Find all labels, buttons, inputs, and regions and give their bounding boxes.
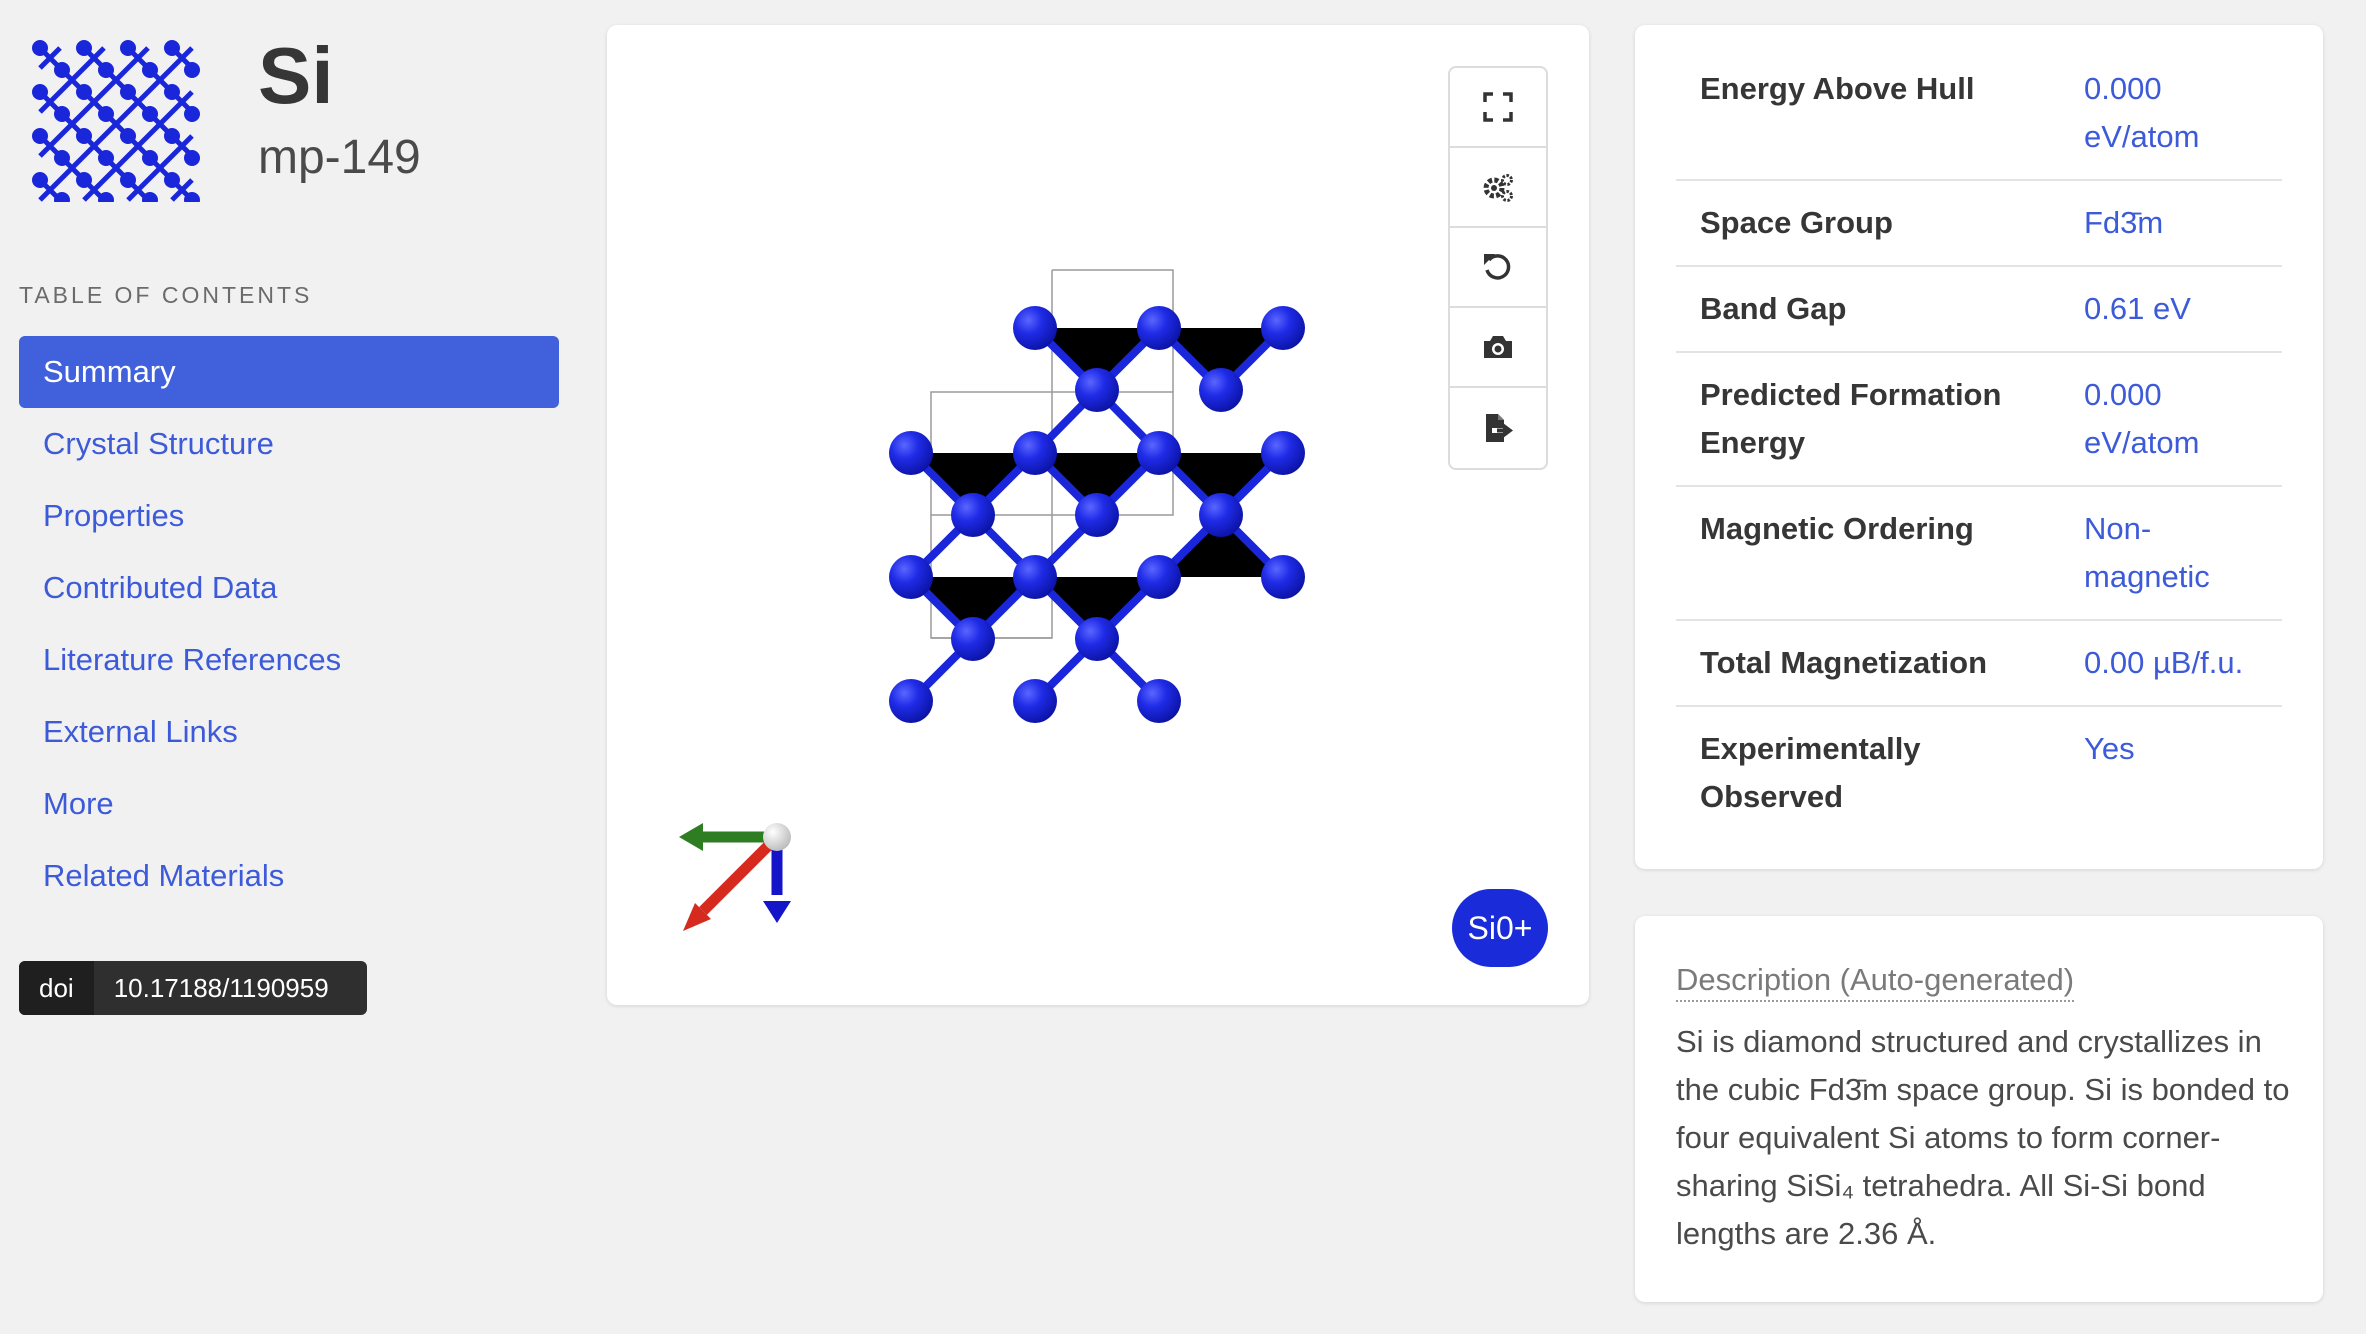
table-row: Space Group Fd3̄m [1676,180,2282,266]
table-row: Magnetic Ordering Non-magnetic [1676,486,2282,620]
toc-heading: TABLE OF CONTENTS [19,282,313,308]
crystal-lattice-icon [32,40,200,202]
toc-item-crystal-structure[interactable]: Crystal Structure [19,408,559,480]
property-key: Band Gap [1700,291,1847,326]
table-row: Energy Above Hull 0.000 eV/atom [1676,47,2282,180]
property-value[interactable]: Yes [2060,706,2282,839]
axes-indicator [679,823,791,931]
material-id: mp-149 [258,131,421,184]
file-export-icon [1486,414,1513,442]
camera-icon [1484,336,1512,358]
fullscreen-button[interactable] [1450,68,1546,148]
description-text: Si is diamond structured and crystallize… [1676,1024,2290,1251]
settings-button[interactable] [1450,148,1546,228]
doi-badge[interactable]: doi 10.17188/1190959 [19,961,367,1015]
table-row: Band Gap 0.61 eV [1676,266,2282,352]
properties-table: Energy Above Hull 0.000 eV/atom Space Gr… [1676,47,2282,839]
table-row: Predicted Formation Energy 0.000 eV/atom [1676,352,2282,486]
toc-item-literature-references[interactable]: Literature References [19,624,559,696]
property-value[interactable]: Fd3̄m [2060,180,2282,266]
description-title[interactable]: Description (Auto-generated) [1676,960,2075,1002]
reset-view-button[interactable] [1450,228,1546,308]
property-key: Magnetic Ordering [1700,511,1974,546]
doi-label: doi [19,961,94,1015]
toc-item-properties[interactable]: Properties [19,480,559,552]
expand-icon [1483,92,1513,122]
property-key: Energy Above Hull [1700,71,1975,106]
property-value[interactable]: 0.00 µB/f.u. [2060,620,2282,706]
table-of-contents: Summary Crystal Structure Properties Con… [19,336,559,912]
description-card: Description (Auto-generated) Si is diamo… [1635,916,2323,1302]
table-row: Experimentally Observed Yes [1676,706,2282,839]
screenshot-button[interactable] [1450,308,1546,388]
property-value[interactable]: 0.000 eV/atom [2060,47,2282,180]
property-key: Space Group [1700,205,1893,240]
doi-value: 10.17188/1190959 [113,973,329,1003]
page: Si mp-149 TABLE OF CONTENTS Summary Crys… [0,0,2366,1334]
property-key: Total Magnetization [1700,645,1988,680]
property-value[interactable]: Non-magnetic [2060,486,2282,620]
property-key: Predicted Formation Energy [1700,377,2002,460]
species-legend-button[interactable]: Si0+ [1452,889,1548,967]
property-value[interactable]: 0.61 eV [2060,266,2282,352]
rotate-left-icon [1484,254,1511,280]
toc-item-more[interactable]: More [19,768,559,840]
crystal-structure-canvas[interactable] [607,25,1589,1005]
viewer-toolbar [1448,66,1548,470]
toc-item-external-links[interactable]: External Links [19,696,559,768]
property-key: Experimentally Observed [1700,731,1921,814]
toc-item-contributed-data[interactable]: Contributed Data [19,552,559,624]
properties-card: Energy Above Hull 0.000 eV/atom Space Gr… [1635,25,2323,869]
toc-item-related-materials[interactable]: Related Materials [19,840,559,912]
export-button[interactable] [1450,388,1546,468]
sidebar: Si mp-149 TABLE OF CONTENTS Summary Crys… [0,0,580,1334]
property-value[interactable]: 0.000 eV/atom [2060,352,2282,486]
structure-viewer[interactable]: Si0+ [607,25,1589,1005]
gears-icon [1483,174,1513,202]
table-row: Total Magnetization 0.00 µB/f.u. [1676,620,2282,706]
material-formula: Si [258,31,334,120]
toc-item-summary[interactable]: Summary [19,336,559,408]
